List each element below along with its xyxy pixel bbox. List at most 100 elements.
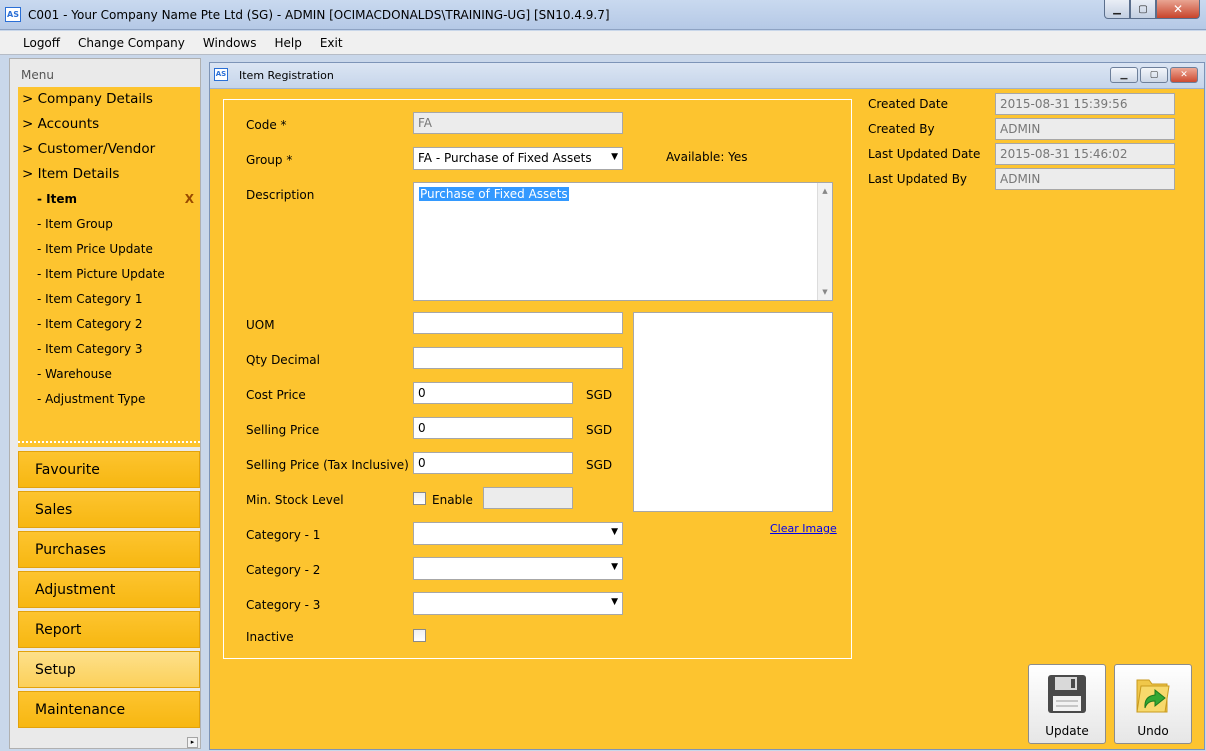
item-image-box[interactable] (633, 312, 833, 512)
created-date-field: 2015-08-31 15:39:56 (995, 93, 1175, 115)
available-status: Available: Yes (666, 150, 748, 164)
qty-decimal-field[interactable] (413, 347, 623, 369)
min-stock-label: Min. Stock Level (246, 493, 344, 507)
menu-exit[interactable]: Exit (311, 36, 352, 50)
child-app-icon: AS (214, 68, 228, 81)
nav-report[interactable]: Report (18, 611, 200, 648)
sidebar-splitter[interactable] (18, 441, 200, 447)
description-textarea[interactable]: Purchase of Fixed Assets ▲ ▼ (413, 182, 833, 301)
selling-price-field[interactable]: 0 (413, 417, 573, 439)
item-registration-window: AS Item Registration ▁ ▢ ✕ Code * FA Gro… (209, 62, 1205, 750)
child-minimize-button[interactable]: ▁ (1110, 67, 1138, 83)
menu-windows[interactable]: Windows (194, 36, 266, 50)
cost-price-currency: SGD (586, 388, 613, 402)
qty-decimal-label: Qty Decimal (246, 353, 320, 367)
sidebar-expand-icon[interactable]: ▸ (187, 737, 198, 748)
category-3-label: Category - 3 (246, 598, 321, 612)
scroll-up-icon[interactable]: ▲ (818, 187, 832, 195)
created-date-label: Created Date (868, 97, 948, 111)
tree-item-item-category-1[interactable]: - Item Category 1 (18, 287, 200, 312)
nav-adjustment[interactable]: Adjustment (18, 571, 200, 608)
chevron-down-icon: ▼ (611, 152, 618, 162)
menu-tree: > Company Details > Accounts > Customer/… (18, 87, 200, 441)
nav-sales[interactable]: Sales (18, 491, 200, 528)
tree-item-item-picture-update[interactable]: - Item Picture Update (18, 262, 200, 287)
description-scrollbar[interactable]: ▲ ▼ (817, 183, 832, 300)
close-button[interactable]: ✕ (1156, 0, 1200, 19)
category-3-dropdown[interactable]: ▼ (413, 592, 623, 615)
category-2-dropdown[interactable]: ▼ (413, 557, 623, 580)
description-label: Description (246, 188, 315, 202)
selling-price-tax-field[interactable]: 0 (413, 452, 573, 474)
tree-item-item[interactable]: - Item X (18, 187, 200, 212)
code-label: Code * (246, 118, 287, 132)
child-maximize-button[interactable]: ▢ (1140, 67, 1168, 83)
category-1-dropdown[interactable]: ▼ (413, 522, 623, 545)
uom-label: UOM (246, 318, 275, 332)
tree-item-adjustment-type[interactable]: - Adjustment Type (18, 387, 200, 412)
min-stock-field[interactable] (483, 487, 573, 509)
update-label: Update (1045, 724, 1089, 738)
update-button[interactable]: Update (1028, 664, 1106, 744)
nav-favourite[interactable]: Favourite (18, 451, 200, 488)
child-window-controls: ▁ ▢ ✕ (1110, 67, 1198, 83)
uom-field[interactable] (413, 312, 623, 334)
cost-price-field[interactable]: 0 (413, 382, 573, 404)
tree-node-item-details[interactable]: > Item Details (18, 162, 200, 187)
tree-item-warehouse[interactable]: - Warehouse (18, 362, 200, 387)
child-close-button[interactable]: ✕ (1170, 67, 1198, 83)
selling-price-tax-currency: SGD (586, 458, 613, 472)
nav-purchases[interactable]: Purchases (18, 531, 200, 568)
last-updated-by-field: ADMIN (995, 168, 1175, 190)
item-form-panel: Code * FA Group * FA - Purchase of Fixed… (223, 99, 852, 659)
tree-item-label: - Item (37, 192, 78, 206)
window-controls: ▁ ▢ ✕ (1104, 0, 1200, 20)
floppy-disk-icon (1048, 675, 1086, 713)
menu-change-company[interactable]: Change Company (69, 36, 194, 50)
last-updated-by-label: Last Updated By (868, 172, 968, 186)
scroll-down-icon[interactable]: ▼ (818, 288, 832, 296)
window-title: C001 - Your Company Name Pte Ltd (SG) - … (28, 8, 610, 22)
inactive-label: Inactive (246, 630, 294, 644)
tree-item-item-group[interactable]: - Item Group (18, 212, 200, 237)
minimize-button[interactable]: ▁ (1104, 0, 1130, 19)
selling-price-label: Selling Price (246, 423, 320, 437)
nav-maintenance[interactable]: Maintenance (18, 691, 200, 728)
sidebar-heading: Menu (21, 68, 54, 82)
description-text: Purchase of Fixed Assets (419, 187, 569, 201)
tree-node-accounts[interactable]: > Accounts (18, 112, 200, 137)
maximize-button[interactable]: ▢ (1130, 0, 1156, 19)
undo-folder-icon (1136, 679, 1170, 713)
group-value: FA - Purchase of Fixed Assets (418, 151, 592, 165)
tree-node-company-details[interactable]: > Company Details (18, 87, 200, 112)
min-stock-enable-checkbox[interactable] (413, 492, 426, 505)
sidebar: Menu > Company Details > Accounts > Cust… (9, 58, 201, 749)
enable-label: Enable (432, 493, 473, 507)
child-title: Item Registration (239, 69, 334, 82)
nav-setup[interactable]: Setup (18, 651, 200, 688)
created-by-field: ADMIN (995, 118, 1175, 140)
category-1-label: Category - 1 (246, 528, 321, 542)
tree-item-item-category-3[interactable]: - Item Category 3 (18, 337, 200, 362)
menu-bar: Logoff Change Company Windows Help Exit (0, 31, 1206, 55)
chevron-down-icon: ▼ (611, 562, 618, 572)
undo-button[interactable]: Undo (1114, 664, 1192, 744)
tree-node-customer-vendor[interactable]: > Customer/Vendor (18, 137, 200, 162)
tree-item-item-price-update[interactable]: - Item Price Update (18, 237, 200, 262)
undo-label: Undo (1137, 724, 1169, 738)
menu-logoff[interactable]: Logoff (14, 36, 69, 50)
chevron-down-icon: ▼ (611, 597, 618, 607)
selling-price-tax-label: Selling Price (Tax Inclusive) (246, 458, 409, 472)
category-2-label: Category - 2 (246, 563, 321, 577)
tree-item-item-category-2[interactable]: - Item Category 2 (18, 312, 200, 337)
selling-price-currency: SGD (586, 423, 613, 437)
group-dropdown[interactable]: FA - Purchase of Fixed Assets ▼ (413, 147, 623, 170)
clear-image-link[interactable]: Clear Image (770, 522, 837, 535)
group-label: Group * (246, 153, 293, 167)
menu-help[interactable]: Help (265, 36, 310, 50)
code-field[interactable]: FA (413, 112, 623, 134)
chevron-down-icon: ▼ (611, 527, 618, 537)
nav-buttons: Favourite Sales Purchases Adjustment Rep… (18, 451, 200, 731)
close-item-mark[interactable]: X (185, 187, 194, 212)
inactive-checkbox[interactable] (413, 629, 426, 642)
